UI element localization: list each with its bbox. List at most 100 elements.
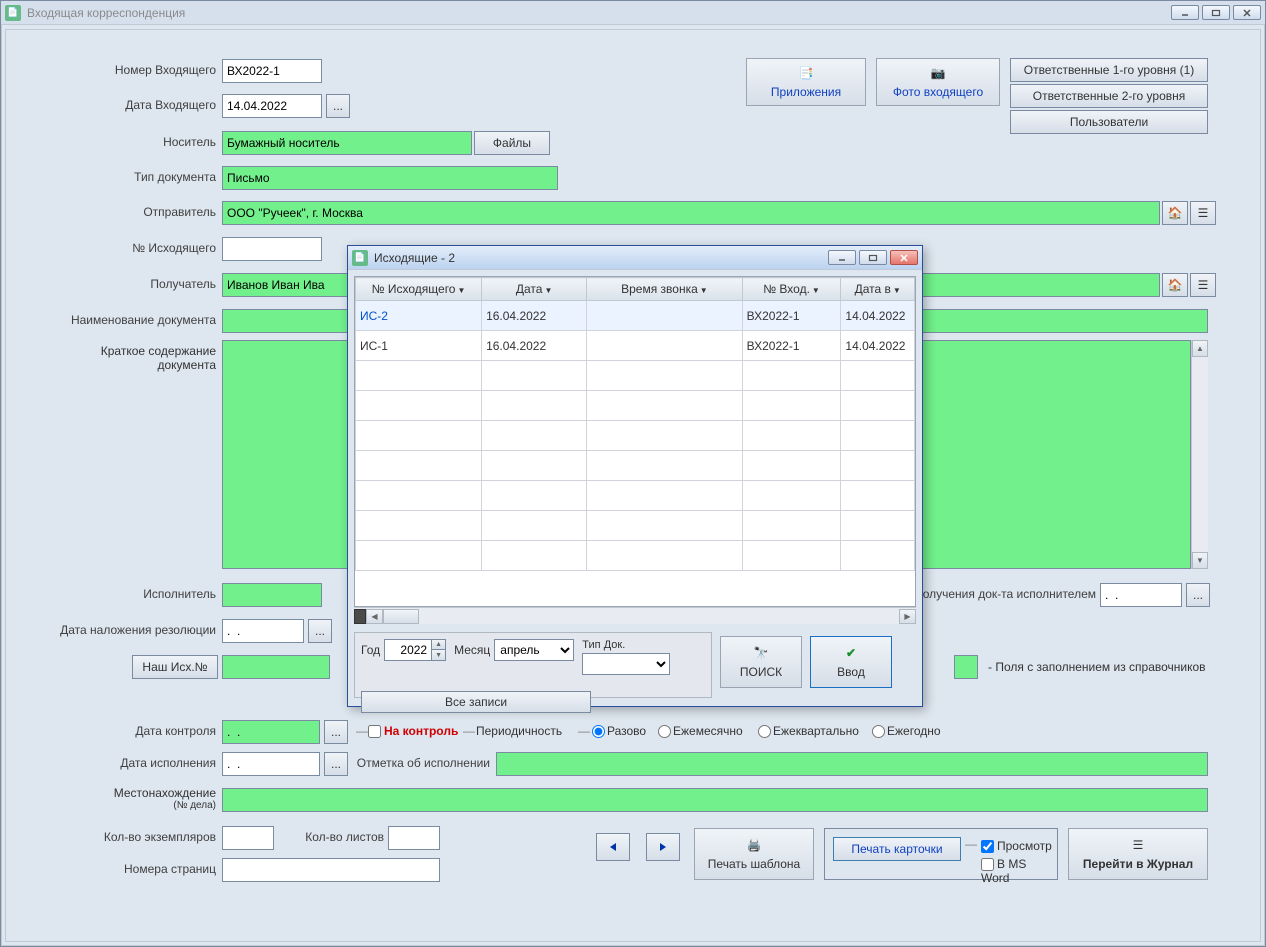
our-outgoing-input[interactable]: [222, 655, 330, 679]
table-row[interactable]: [356, 361, 915, 391]
minimize-button[interactable]: [1171, 5, 1199, 20]
modal-minimize-button[interactable]: [828, 250, 856, 265]
year-input[interactable]: [385, 641, 431, 659]
scroll-up-icon[interactable]: ▲: [1192, 340, 1208, 357]
radio-monthly[interactable]: Ежемесячно: [658, 724, 743, 738]
label-pages: Кол-во листов: [284, 830, 384, 844]
label-doctype: Тип Док.: [582, 639, 670, 651]
search-button[interactable]: 🔭 ПОИСК: [720, 636, 802, 688]
input-button[interactable]: ✔ Ввод: [810, 636, 892, 688]
incoming-no-input[interactable]: [222, 59, 322, 83]
sender-lookup2-button[interactable]: ☰: [1190, 201, 1216, 225]
resolution-date-picker-button[interactable]: ...: [308, 619, 332, 643]
responsible2-button[interactable]: Ответственные 2-го уровня: [1010, 84, 1208, 108]
scroll-left-icon[interactable]: ◀: [366, 609, 383, 624]
photo-button[interactable]: 📷 Фото входящего: [876, 58, 1000, 106]
label-year: Год: [361, 643, 380, 657]
label-outgoing-no: № Исходящего: [6, 241, 216, 255]
users-button[interactable]: Пользователи: [1010, 110, 1208, 134]
summary-scrollbar[interactable]: ▲ ▼: [1191, 340, 1208, 569]
our-outgoing-button[interactable]: Наш Исх.№: [132, 655, 218, 679]
table-row[interactable]: [356, 481, 915, 511]
photo-label: Фото входящего: [893, 85, 983, 99]
attachments-label: Приложения: [771, 85, 841, 99]
medium-input[interactable]: [222, 131, 472, 155]
print-card-button[interactable]: Печать карточки: [833, 837, 961, 861]
table-row[interactable]: [356, 511, 915, 541]
maximize-button[interactable]: [1202, 5, 1230, 20]
close-button[interactable]: [1233, 5, 1261, 20]
outgoing-no-input[interactable]: [222, 237, 322, 261]
preview-checkbox[interactable]: Просмотр: [981, 839, 1052, 853]
label-control-date: Дата контроля: [6, 724, 216, 738]
table-icon: ☰: [1128, 837, 1148, 853]
table-row[interactable]: [356, 391, 915, 421]
on-control-checkbox[interactable]: На контроль: [368, 724, 458, 738]
attachments-button[interactable]: 📑 Приложения: [746, 58, 866, 106]
files-button[interactable]: Файлы: [474, 131, 550, 155]
goto-journal-label: Перейти в Журнал: [1083, 857, 1193, 871]
control-date-picker-button[interactable]: ...: [324, 720, 348, 744]
radio-once[interactable]: Разово: [592, 724, 646, 738]
col-date[interactable]: Дата▼: [482, 278, 587, 301]
spin-down-icon[interactable]: ▼: [431, 650, 445, 660]
table-row[interactable]: [356, 421, 915, 451]
exec-mark-input[interactable]: [496, 752, 1208, 776]
print-card-panel: Печать карточки — Просмотр В MS Word: [824, 828, 1058, 880]
table-row[interactable]: [356, 451, 915, 481]
exec-date-input[interactable]: [1100, 583, 1182, 607]
table-row[interactable]: ИС-216.04.2022ВХ2022-114.04.2022: [356, 301, 915, 331]
outgoing-grid[interactable]: № Исходящего▼ Дата▼ Время звонка▼ № Вход…: [354, 276, 916, 607]
col-call-time[interactable]: Время звонка▼: [587, 278, 743, 301]
nav-prev-button[interactable]: [596, 833, 630, 861]
recipient-lookup1-button[interactable]: 🏠: [1162, 273, 1188, 297]
col-incoming-no[interactable]: № Вход.▼: [742, 278, 841, 301]
sender-lookup1-button[interactable]: 🏠: [1162, 201, 1188, 225]
nav-next-button[interactable]: [646, 833, 680, 861]
grid-hscroll[interactable]: ◀ ▶: [354, 607, 916, 624]
copies-input[interactable]: [222, 826, 274, 850]
recipient-lookup2-button[interactable]: ☰: [1190, 273, 1216, 297]
radio-yearly[interactable]: Ежегодно: [872, 724, 941, 738]
col-date-v[interactable]: Дата в▼: [841, 278, 915, 301]
control-date-input[interactable]: [222, 720, 320, 744]
responsible1-button[interactable]: Ответственные 1-го уровня (1): [1010, 58, 1208, 82]
msword-checkbox[interactable]: В MS Word: [981, 857, 1057, 885]
page-numbers-input[interactable]: [222, 858, 440, 882]
doc-type-input[interactable]: [222, 166, 558, 190]
scroll-thumb[interactable]: [383, 609, 419, 624]
incoming-date-picker-button[interactable]: ...: [326, 94, 350, 118]
incoming-date-input[interactable]: [222, 94, 322, 118]
month-select[interactable]: апрель: [494, 639, 574, 661]
radio-quarterly[interactable]: Ежеквартально: [758, 724, 859, 738]
executor-input[interactable]: [222, 583, 322, 607]
all-records-button[interactable]: Все записи: [361, 691, 591, 713]
table-row[interactable]: [356, 541, 915, 571]
scroll-right-icon[interactable]: ▶: [899, 609, 916, 624]
modal-close-button[interactable]: [890, 250, 918, 265]
col-outgoing-no[interactable]: № Исходящего▼: [356, 278, 482, 301]
modal-icon: 📄: [352, 250, 368, 266]
label-exec-done-date: Дата исполнения: [6, 756, 216, 770]
legend-text: - Поля с заполнением из справочников: [988, 660, 1206, 674]
year-spinner[interactable]: ▲▼: [384, 639, 446, 661]
exec-date-picker-button[interactable]: ...: [1186, 583, 1210, 607]
table-row[interactable]: ИС-116.04.2022ВХ2022-114.04.2022: [356, 331, 915, 361]
location-input[interactable]: [222, 788, 1208, 812]
resolution-date-input[interactable]: [222, 619, 304, 643]
goto-journal-button[interactable]: ☰ Перейти в Журнал: [1068, 828, 1208, 880]
modal-maximize-button[interactable]: [859, 250, 887, 265]
label-incoming-no: Номер Входящего: [6, 63, 216, 77]
label-periodicity: Периодичность: [476, 724, 562, 738]
sender-input[interactable]: [222, 201, 1160, 225]
pages-input[interactable]: [388, 826, 440, 850]
doctype-select[interactable]: [582, 653, 670, 675]
exec-done-date-picker-button[interactable]: ...: [324, 752, 348, 776]
scroll-down-icon[interactable]: ▼: [1192, 552, 1208, 569]
search-label: ПОИСК: [740, 665, 782, 679]
label-location: Местонахождение (№ дела): [6, 786, 216, 812]
spin-up-icon[interactable]: ▲: [431, 640, 445, 650]
print-template-button[interactable]: 🖨️ Печать шаблона: [694, 828, 814, 880]
exec-done-date-input[interactable]: [222, 752, 320, 776]
label-doc-name: Наименование документа: [6, 313, 216, 327]
